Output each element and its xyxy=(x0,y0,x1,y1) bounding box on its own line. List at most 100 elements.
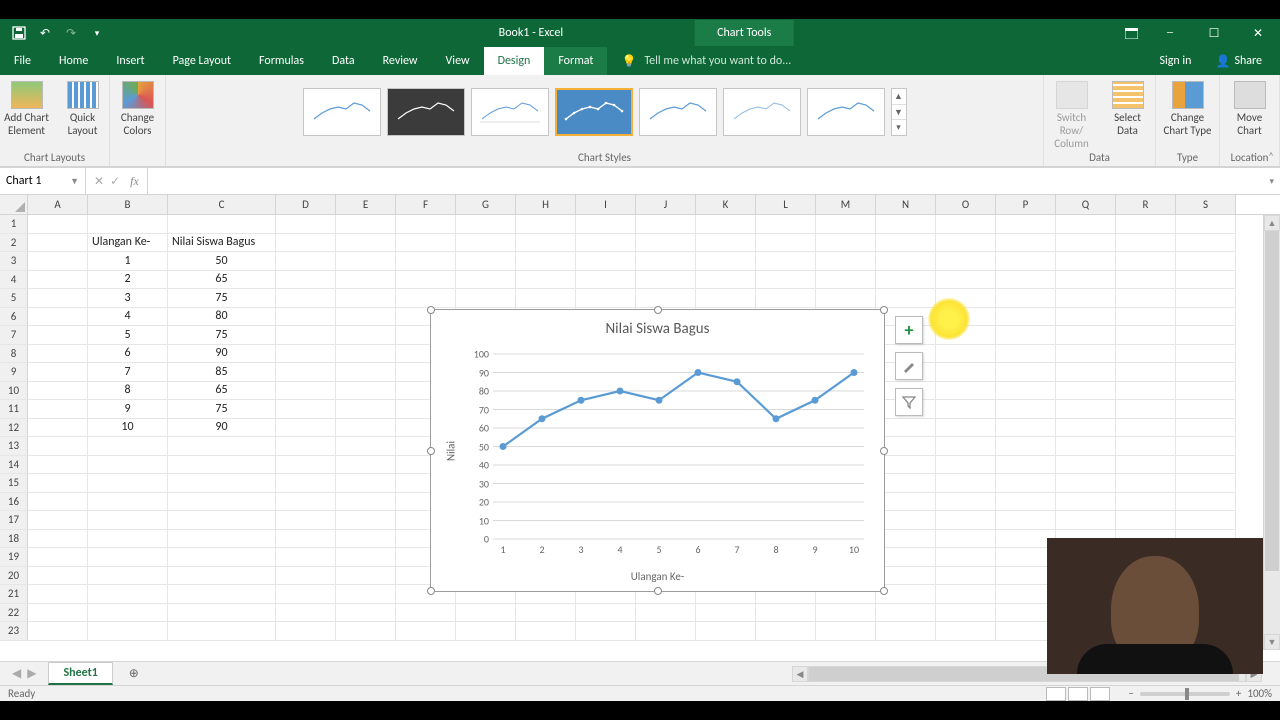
cell[interactable] xyxy=(876,234,936,253)
cell[interactable]: 10 xyxy=(88,419,168,438)
row-header[interactable]: 17 xyxy=(0,511,28,530)
cell[interactable] xyxy=(1116,345,1176,364)
row-header[interactable]: 14 xyxy=(0,456,28,475)
change-colors-button[interactable]: Change Colors xyxy=(111,77,165,141)
resize-handle[interactable] xyxy=(427,306,435,314)
cell[interactable] xyxy=(1116,308,1176,327)
cell[interactable] xyxy=(336,437,396,456)
add-chart-element-button[interactable]: Add Chart Element xyxy=(0,77,54,141)
cell[interactable] xyxy=(816,604,876,623)
resize-handle[interactable] xyxy=(880,587,888,595)
tab-data[interactable]: Data xyxy=(318,47,369,75)
cell[interactable] xyxy=(336,215,396,234)
gallery-down-icon[interactable]: ▼ xyxy=(892,105,906,121)
cell[interactable]: Nilai Siswa Bagus xyxy=(168,234,276,253)
cell[interactable] xyxy=(996,252,1056,271)
cell[interactable] xyxy=(936,234,996,253)
cell[interactable] xyxy=(936,382,996,401)
zoom-in-button[interactable]: + xyxy=(1236,687,1241,700)
cell[interactable] xyxy=(88,456,168,475)
cell[interactable] xyxy=(88,530,168,549)
cell[interactable] xyxy=(876,622,936,641)
row-header[interactable]: 4 xyxy=(0,271,28,290)
cell[interactable] xyxy=(276,511,336,530)
row-header[interactable]: 6 xyxy=(0,308,28,327)
cell[interactable] xyxy=(456,271,516,290)
cell[interactable] xyxy=(336,271,396,290)
cell[interactable] xyxy=(1056,437,1116,456)
cell[interactable] xyxy=(1056,456,1116,475)
cell[interactable] xyxy=(1056,326,1116,345)
cell[interactable] xyxy=(28,289,88,308)
cell[interactable] xyxy=(1116,252,1176,271)
select-data-button[interactable]: Select Data xyxy=(1101,77,1155,141)
cell[interactable] xyxy=(28,363,88,382)
cell[interactable] xyxy=(1116,215,1176,234)
cell[interactable] xyxy=(576,604,636,623)
cell[interactable] xyxy=(936,622,996,641)
cell[interactable] xyxy=(336,419,396,438)
cell[interactable]: 1 xyxy=(88,252,168,271)
cell[interactable] xyxy=(1176,437,1236,456)
cell[interactable]: 80 xyxy=(168,308,276,327)
cell[interactable] xyxy=(1116,493,1176,512)
expand-formula-bar-icon[interactable]: ▾ xyxy=(1263,176,1280,187)
cell[interactable] xyxy=(636,234,696,253)
cell[interactable] xyxy=(696,622,756,641)
cell[interactable] xyxy=(276,271,336,290)
normal-view-button[interactable] xyxy=(1046,687,1066,701)
enter-formula-icon[interactable]: ✓ xyxy=(110,174,120,189)
cell[interactable] xyxy=(276,215,336,234)
row-header[interactable]: 22 xyxy=(0,604,28,623)
cell[interactable] xyxy=(876,474,936,493)
cell[interactable] xyxy=(636,604,696,623)
cell[interactable] xyxy=(88,437,168,456)
cell[interactable] xyxy=(28,215,88,234)
cell[interactable] xyxy=(1176,382,1236,401)
cell[interactable] xyxy=(276,382,336,401)
col-header[interactable]: O xyxy=(936,195,996,214)
cell[interactable] xyxy=(28,511,88,530)
cell[interactable] xyxy=(1176,363,1236,382)
ribbon-display-options-icon[interactable] xyxy=(1114,19,1148,47)
cell[interactable] xyxy=(276,548,336,567)
cell[interactable]: 3 xyxy=(88,289,168,308)
gallery-scroll[interactable]: ▲▼▾ xyxy=(891,88,907,136)
cell[interactable] xyxy=(28,308,88,327)
cell[interactable] xyxy=(276,493,336,512)
cell[interactable] xyxy=(936,548,996,567)
cell[interactable] xyxy=(456,215,516,234)
row-header[interactable]: 7 xyxy=(0,326,28,345)
zoom-slider[interactable] xyxy=(1140,692,1230,696)
gallery-more-icon[interactable]: ▾ xyxy=(892,120,906,135)
row-header[interactable]: 8 xyxy=(0,345,28,364)
cell[interactable] xyxy=(1176,271,1236,290)
move-chart-button[interactable]: Move Chart xyxy=(1223,77,1277,141)
resize-handle[interactable] xyxy=(427,447,435,455)
cell[interactable] xyxy=(28,271,88,290)
cell[interactable]: 6 xyxy=(88,345,168,364)
cell[interactable] xyxy=(1176,511,1236,530)
cell[interactable] xyxy=(1116,456,1176,475)
tab-page-layout[interactable]: Page Layout xyxy=(159,47,245,75)
col-header[interactable]: M xyxy=(816,195,876,214)
col-header[interactable]: I xyxy=(576,195,636,214)
cell[interactable] xyxy=(336,382,396,401)
y-axis-label[interactable]: Nilai xyxy=(444,441,457,461)
cell[interactable]: 75 xyxy=(168,400,276,419)
cell[interactable] xyxy=(276,289,336,308)
tab-review[interactable]: Review xyxy=(369,47,432,75)
cell[interactable] xyxy=(696,289,756,308)
cell[interactable] xyxy=(876,419,936,438)
tab-file[interactable]: File xyxy=(0,47,45,75)
cell[interactable] xyxy=(28,622,88,641)
cell[interactable] xyxy=(456,252,516,271)
plot-area[interactable]: 010203040506070809010012345678910 xyxy=(493,354,864,539)
gallery-up-icon[interactable]: ▲ xyxy=(892,89,906,105)
cell[interactable] xyxy=(936,493,996,512)
switch-row-column-button[interactable]: Switch Row/ Column xyxy=(1045,77,1099,155)
cell[interactable]: Ulangan Ke- xyxy=(88,234,168,253)
cell[interactable] xyxy=(336,326,396,345)
cell[interactable] xyxy=(1116,289,1176,308)
cell[interactable] xyxy=(1176,474,1236,493)
